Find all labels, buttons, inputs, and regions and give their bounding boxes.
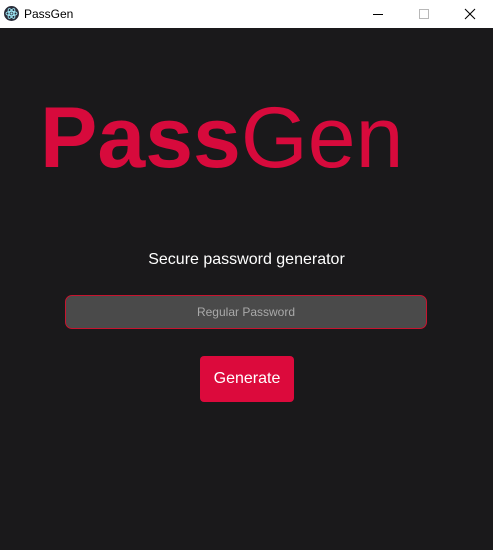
password-field[interactable] [65, 295, 427, 329]
minimize-button[interactable] [355, 0, 401, 28]
minimize-icon [373, 14, 383, 15]
maximize-icon [419, 9, 429, 19]
electron-icon [4, 6, 19, 21]
logo-thin-text: Gen [240, 90, 404, 186]
subtitle: Secure password generator [148, 251, 345, 268]
close-button[interactable] [447, 0, 493, 28]
close-icon [464, 8, 476, 20]
title-bar[interactable]: PassGen [0, 0, 493, 28]
window-title: PassGen [24, 7, 74, 21]
generate-button[interactable]: Generate [200, 356, 294, 402]
passgen-logo: PassGen [40, 88, 450, 188]
logo-bold-text: Pass [40, 90, 241, 186]
app-window: PassGen PassGen Secure password generato… [0, 0, 493, 550]
maximize-button[interactable] [401, 0, 447, 28]
